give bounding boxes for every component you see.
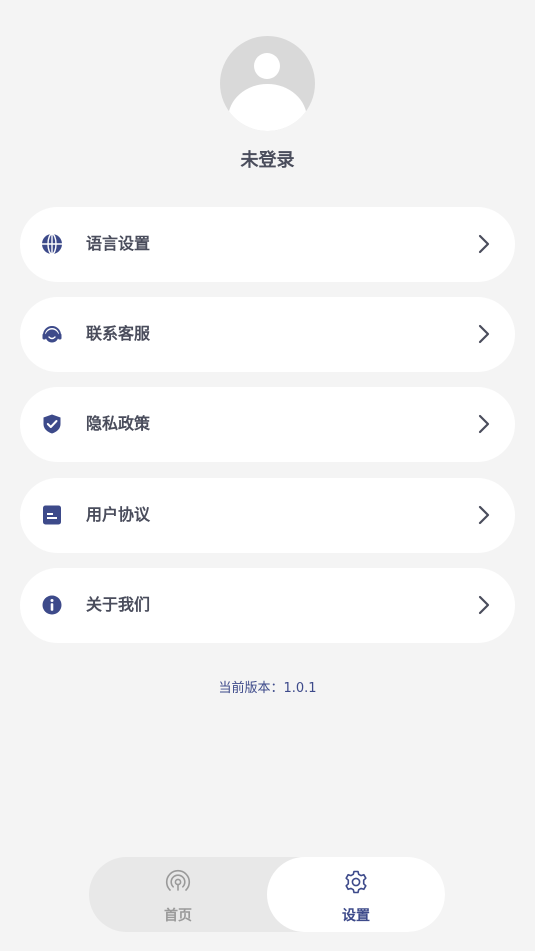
chevron-right-icon (478, 595, 490, 615)
menu-item-user-agreement[interactable]: 用户协议 (20, 478, 515, 553)
headset-icon (41, 323, 63, 345)
broadcast-icon (165, 870, 191, 891)
menu-item-label: 用户协议 (86, 505, 151, 524)
menu-item-label: 关于我们 (86, 595, 151, 614)
gear-icon (345, 870, 367, 894)
tab-settings[interactable]: 设置 (267, 857, 445, 932)
shield-check-icon (41, 413, 63, 435)
info-icon (41, 594, 63, 616)
menu-item-label: 语言设置 (86, 234, 151, 253)
menu-item-privacy-policy[interactable]: 隐私政策 (20, 387, 515, 462)
bottom-tab-bar: 首页 设置 (89, 857, 445, 932)
version-label: 当前版本：1.0.1 (218, 681, 317, 696)
chevron-right-icon (478, 505, 490, 525)
chevron-right-icon (478, 414, 490, 434)
chevron-right-icon (478, 324, 490, 344)
menu-item-language[interactable]: 语言设置 (20, 207, 515, 282)
chevron-right-icon (478, 234, 490, 254)
menu-item-about-us[interactable]: 关于我们 (20, 568, 515, 643)
tab-home[interactable]: 首页 (89, 857, 267, 932)
avatar[interactable] (220, 36, 315, 131)
menu-item-label: 联系客服 (86, 324, 151, 343)
tab-home-label: 首页 (164, 908, 192, 924)
document-icon (41, 504, 63, 526)
tab-settings-label: 设置 (342, 908, 370, 924)
avatar-head-shape (254, 53, 280, 79)
menu-item-contact-support[interactable]: 联系客服 (20, 297, 515, 372)
menu-item-label: 隐私政策 (86, 414, 151, 433)
globe-icon (41, 233, 63, 255)
username-label[interactable]: 未登录 (0, 146, 535, 172)
avatar-body-shape (228, 84, 307, 131)
